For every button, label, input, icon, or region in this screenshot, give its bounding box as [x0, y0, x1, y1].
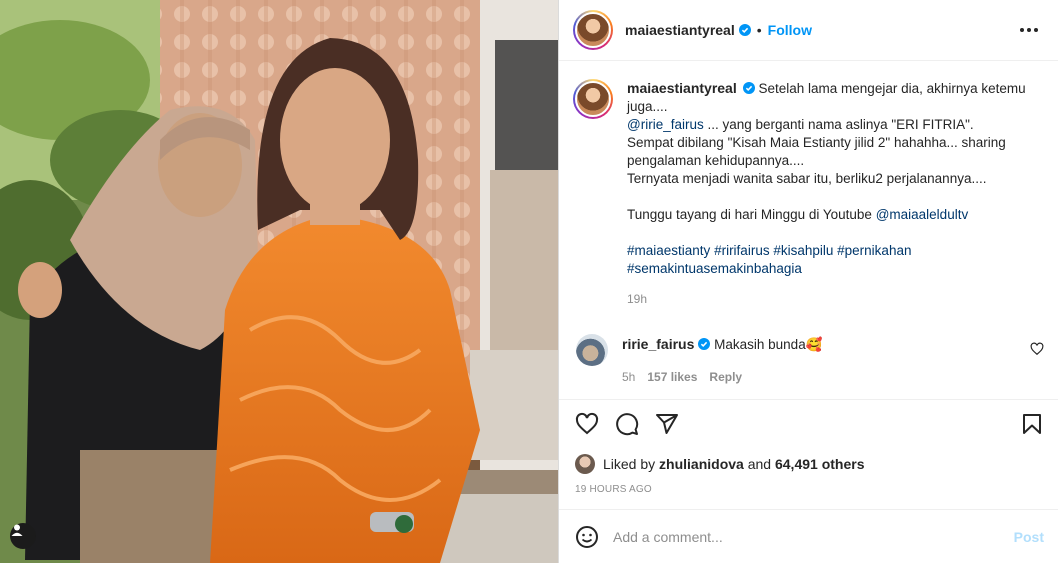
hashtag-link[interactable]: #kisahpilu — [773, 243, 833, 258]
post-actions: Liked by zhulianidova and 64,491 others … — [559, 399, 1058, 509]
user-tag-icon[interactable] — [10, 523, 36, 549]
caption-text: maiaestiantyreal Setelah lama mengejar d… — [627, 79, 1027, 278]
post-age: 19h — [627, 292, 648, 306]
heart-icon[interactable] — [575, 412, 599, 436]
hashtag-link[interactable]: #pernikahan — [837, 243, 911, 258]
verified-badge-icon — [738, 24, 751, 36]
liker-username[interactable]: zhulianidova — [659, 456, 744, 472]
verified-badge-icon — [742, 82, 755, 94]
bookmark-icon[interactable] — [1020, 412, 1044, 436]
caption-line-5: Tunggu tayang di hari Minggu di Youtube — [627, 207, 876, 222]
action-icons — [575, 412, 1044, 436]
comment-input[interactable] — [613, 528, 1000, 545]
likes-middle: and — [743, 456, 775, 472]
author-avatar[interactable] — [573, 10, 613, 50]
hashtag-link[interactable]: #semakintuasemakinbahagia — [627, 261, 802, 276]
share-icon[interactable] — [655, 412, 679, 436]
likes-summary: Liked by zhulianidova and 64,491 others — [575, 454, 1044, 474]
comment-meta: 5h 157 likes Reply — [622, 368, 1016, 386]
commenter-username[interactable]: ririe_fairus — [622, 336, 694, 352]
comment-heart-icon[interactable] — [1030, 342, 1044, 356]
reply-button[interactable]: Reply — [709, 368, 742, 386]
caption-line-3: Sempat dibilang "Kisah Maia Estianty jil… — [627, 135, 1006, 168]
add-comment-bar: Post — [559, 509, 1058, 563]
post-comments-area[interactable]: maiaestiantyreal Setelah lama mengejar d… — [559, 61, 1058, 399]
mention-link[interactable]: @maiaaleldultv — [876, 207, 969, 222]
verified-badge-icon — [698, 338, 711, 350]
separator-dot: • — [756, 22, 762, 38]
likes-count[interactable]: 64,491 others — [775, 456, 865, 472]
post-photo[interactable] — [0, 0, 558, 563]
hashtag-link[interactable]: #ririfairus — [714, 243, 770, 258]
caption-username[interactable]: maiaestiantyreal — [627, 80, 737, 96]
mention-link[interactable]: @ririe_fairus — [627, 117, 704, 132]
comment-age: 5h — [622, 370, 636, 384]
likes-prefix: Liked by — [603, 456, 660, 472]
post-header: maiaestiantyreal • Follow — [559, 0, 1058, 61]
more-options-icon[interactable] — [1014, 22, 1044, 38]
comment-icon[interactable] — [615, 412, 639, 436]
comment-likes[interactable]: 157 likes — [647, 368, 697, 386]
post-side-panel: maiaestiantyreal • Follow maiaestiantyre… — [558, 0, 1058, 563]
caption-line-2: ... yang berganti nama aslinya "ERI FITR… — [703, 117, 974, 132]
caption-line-4: Ternyata menjadi wanita sabar itu, berli… — [627, 171, 987, 186]
emoji-icon[interactable] — [575, 525, 599, 549]
commenter-avatar[interactable] — [576, 334, 608, 366]
post-timestamp[interactable]: 19 HOURS AGO — [575, 484, 1044, 495]
comment-item: ririe_fairus Makasih bunda🥰 5h 157 likes… — [573, 334, 1044, 386]
hashtag-link[interactable]: #maiaestianty — [627, 243, 710, 258]
post-comment-button[interactable]: Post — [1014, 529, 1044, 545]
post-caption: maiaestiantyreal Setelah lama mengejar d… — [573, 79, 1044, 306]
caption-author-avatar[interactable] — [573, 79, 613, 119]
author-username[interactable]: maiaestiantyreal — [625, 22, 735, 38]
comment-text: Makasih bunda🥰 — [714, 337, 823, 352]
photo-illustration — [0, 0, 558, 563]
liker-avatar[interactable] — [575, 454, 595, 474]
follow-button[interactable]: Follow — [768, 22, 812, 38]
